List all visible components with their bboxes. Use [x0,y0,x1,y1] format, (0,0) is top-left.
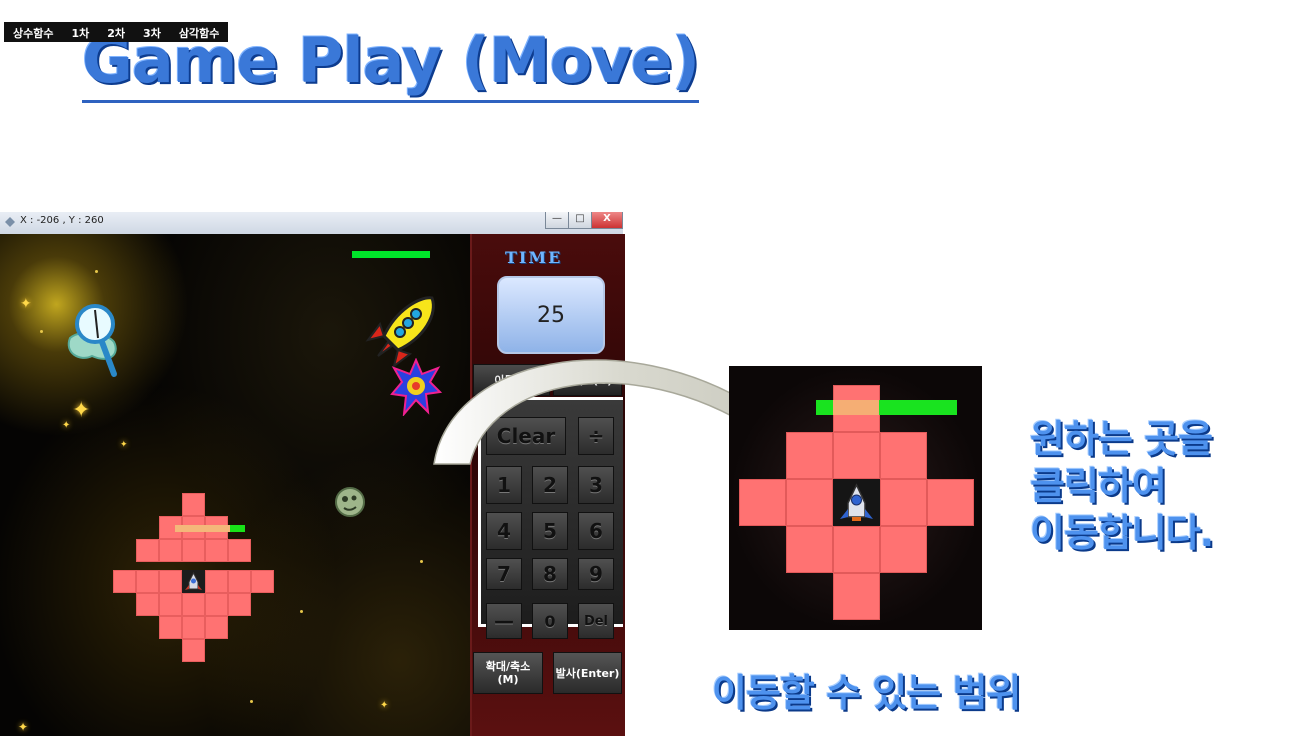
move-tile[interactable] [739,479,786,526]
move-tile[interactable] [880,526,927,573]
zoomed-movement-view [729,366,982,630]
star-icon: ✦ [20,296,32,312]
move-tile[interactable] [136,593,159,616]
close-button[interactable]: X [591,212,623,229]
function-menu-bar: 상수함수 1차 2차 3차 삼각함수 [4,22,229,42]
instruction-line-2: 클릭하여 [1030,464,1167,508]
player-ship[interactable] [182,570,205,593]
minus-key[interactable]: — [486,603,522,639]
key-9[interactable]: 9 [578,558,614,590]
move-tile[interactable] [927,479,974,526]
move-tile[interactable] [880,432,927,479]
move-tile[interactable] [182,539,205,562]
cursor-coordinates: X : -206 , Y : 260 [20,215,104,226]
spaceship-icon [185,571,202,590]
move-tile[interactable] [182,593,205,616]
key-0[interactable]: 0 [532,603,568,639]
move-tile[interactable] [136,570,159,593]
spaceship-icon [840,483,873,521]
window-titlebar[interactable]: X : -206 , Y : 260 — □ X [0,212,623,235]
move-tile[interactable] [159,616,182,639]
move-tile[interactable] [251,570,274,593]
fire-button[interactable]: 발사(Enter) [553,652,622,694]
magnifier-item-icon[interactable] [62,298,132,380]
move-tile[interactable] [786,526,833,573]
move-tile[interactable] [833,573,880,620]
move-tile[interactable] [205,539,228,562]
key-4[interactable]: 4 [486,512,522,550]
move-tile[interactable] [159,539,182,562]
move-tile[interactable] [205,570,228,593]
maximize-button[interactable]: □ [568,212,592,229]
delete-key[interactable]: Del [578,603,614,639]
move-tile[interactable] [136,539,159,562]
move-tile[interactable] [205,593,228,616]
menu-item-cubic[interactable]: 3차 [134,22,170,42]
zoom-button[interactable]: 확대/축소 (M) [473,652,543,694]
app-icon [5,217,15,227]
star-icon: ✦ [380,700,389,711]
instruction-line-1: 원하는 곳을 [1030,417,1213,461]
player-health-bar-highlight [175,525,230,532]
move-tile[interactable] [833,526,880,573]
move-tile[interactable] [786,479,833,526]
range-caption: 이동할 수 있는 범위 [712,671,1021,715]
key-7[interactable]: 7 [486,558,522,590]
key-8[interactable]: 8 [532,558,568,590]
key-5[interactable]: 5 [532,512,568,550]
move-tile[interactable] [159,570,182,593]
key-6[interactable]: 6 [578,512,614,550]
star-icon: ✦ [120,440,128,450]
move-tile[interactable] [159,593,182,616]
move-tile[interactable] [786,432,833,479]
menu-item-linear[interactable]: 1차 [62,22,98,42]
menu-item-quadratic[interactable]: 2차 [98,22,134,42]
move-tile[interactable] [228,570,251,593]
menu-item-trig[interactable]: 삼각함수 [170,22,228,42]
star-icon: ✦ [62,420,71,431]
star-icon: ✦ [18,720,29,734]
move-tile[interactable] [182,616,205,639]
menu-item-constant[interactable]: 상수함수 [4,22,62,42]
move-tile[interactable] [228,593,251,616]
enemy-health-bar [352,251,430,258]
move-tile[interactable] [228,539,251,562]
move-tile[interactable] [182,493,205,516]
move-tile[interactable] [833,432,880,479]
move-tile[interactable] [205,616,228,639]
move-tile[interactable] [880,479,927,526]
player-ship[interactable] [833,479,880,526]
star-icon: ✦ [72,398,91,423]
alien-asteroid-icon[interactable] [334,486,366,518]
move-tile[interactable] [182,639,205,662]
player-health-bar-highlight [833,400,879,415]
time-label: TIME [505,248,563,267]
move-tile[interactable] [113,570,136,593]
minimize-button[interactable]: — [545,212,569,229]
instruction-line-3: 이동합니다. [1030,511,1214,555]
instruction-callout: 원하는 곳을 클릭하여 이동합니다. [1030,416,1214,557]
